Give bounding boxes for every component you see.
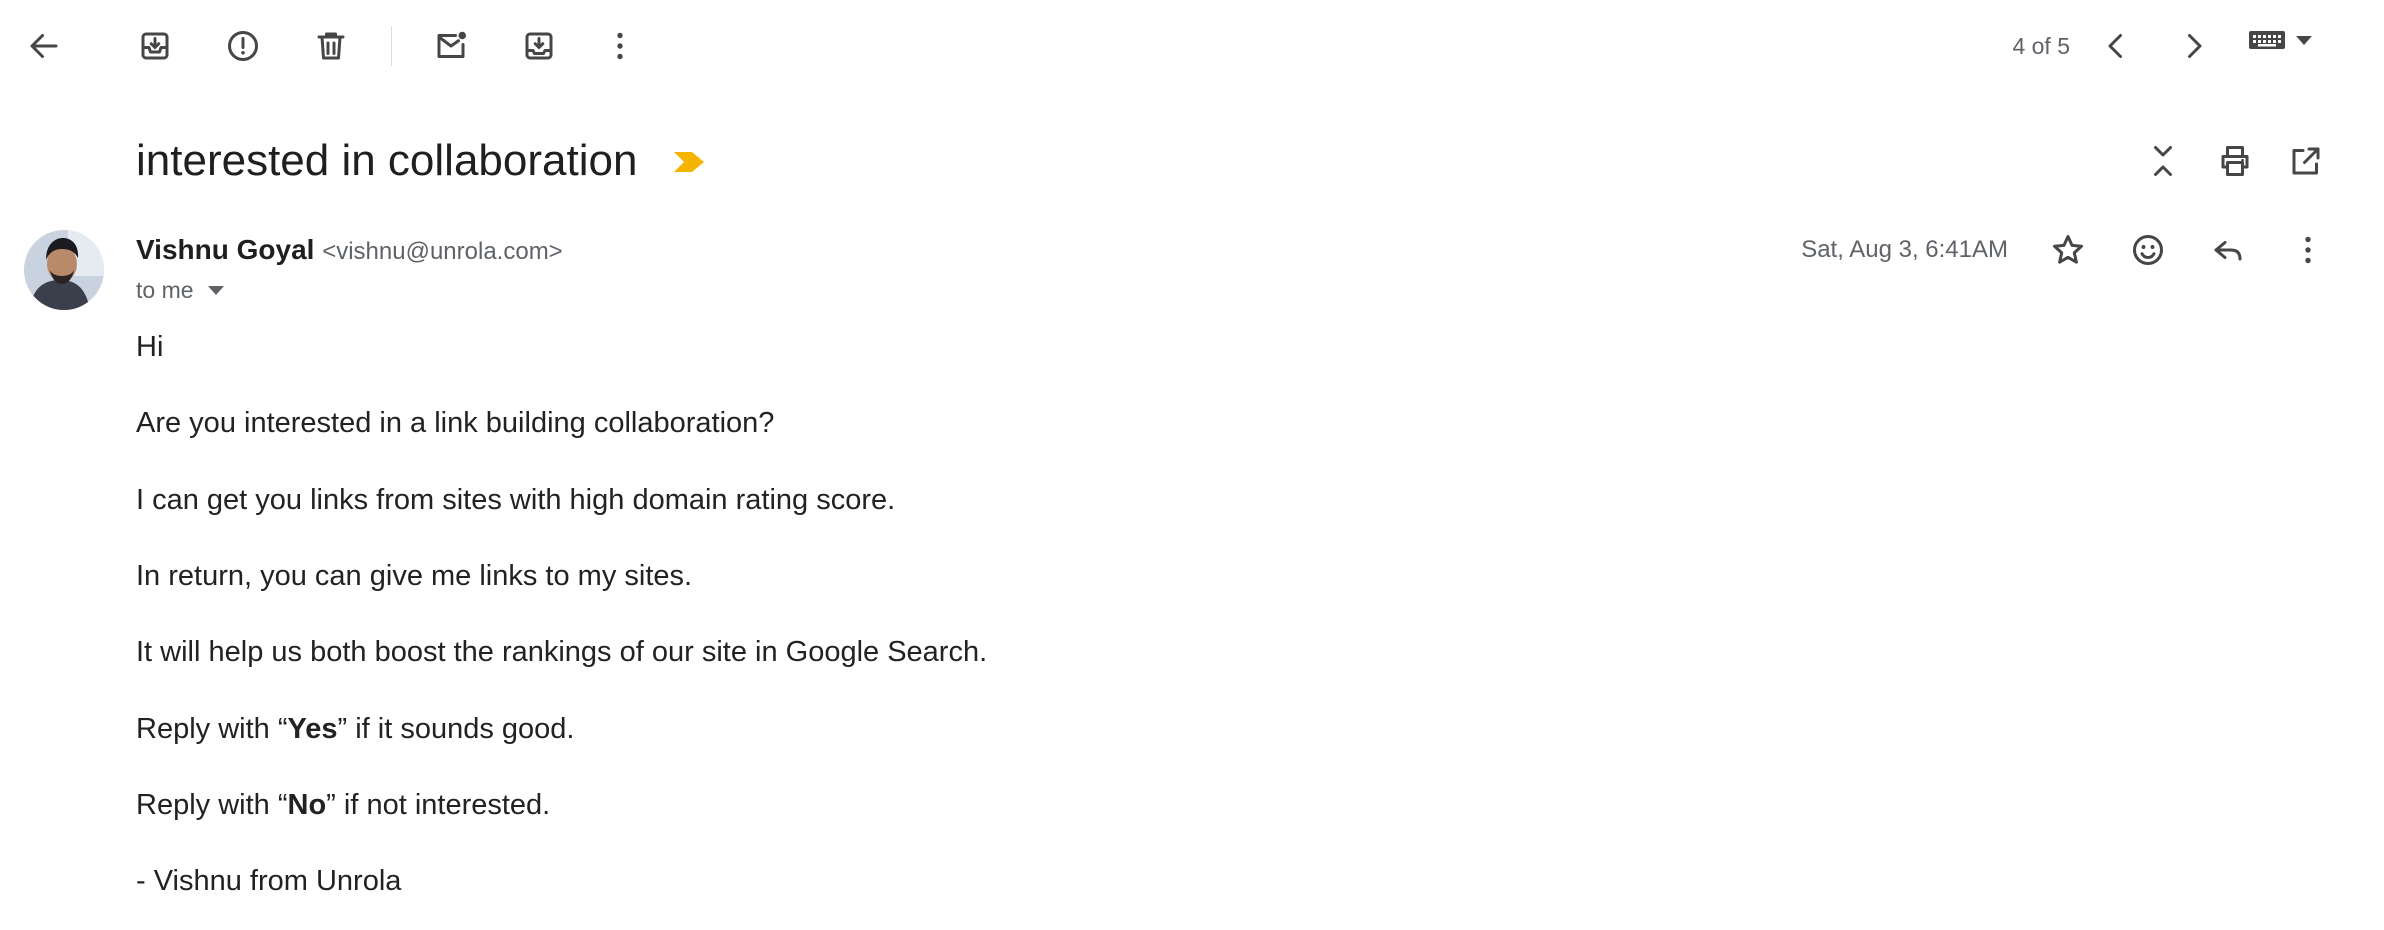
arrow-left-icon: [30, 34, 58, 58]
email-date: Sat, Aug 3, 6:41AM: [1801, 236, 2008, 263]
reply-no-prefix: Reply with “: [136, 789, 288, 821]
body-paragraph: Are you interested in a link building co…: [136, 407, 775, 439]
delete-button[interactable]: [303, 18, 359, 74]
avatar: [24, 230, 104, 310]
report-spam-button[interactable]: [215, 18, 271, 74]
reply-no-keyword: No: [287, 789, 327, 821]
open-new-window-button[interactable]: [2278, 133, 2334, 189]
email-subject: interested in collaboration: [136, 136, 638, 185]
chevron-right-icon: [2188, 34, 2202, 58]
body-reply-yes: Reply with “Yes” if it sounds good.: [136, 709, 574, 749]
unfold-icon: [2154, 146, 2172, 176]
keyboard-icon: [2249, 31, 2285, 49]
recipient-details-toggle[interactable]: to me: [136, 274, 224, 306]
mark-unread-icon: [437, 31, 466, 58]
star-button[interactable]: [2040, 222, 2096, 278]
reply-no-suffix: ” if not interested.: [326, 789, 551, 821]
move-to-inbox-icon: [525, 32, 553, 60]
body-paragraph: It will help us both boost the rankings …: [136, 636, 988, 668]
sender-name: Vishnu Goyal: [136, 234, 315, 265]
trash-icon: [317, 32, 345, 60]
chevron-down-icon: [2296, 35, 2312, 45]
input-tools-button[interactable]: [2248, 28, 2312, 52]
reply-yes-suffix: ” if it sounds good.: [337, 713, 575, 745]
older-button[interactable]: [2166, 18, 2222, 74]
add-reaction-button[interactable]: [2120, 222, 2176, 278]
move-to-button[interactable]: [511, 18, 567, 74]
reply-yes-prefix: Reply with “: [136, 713, 288, 745]
archive-button[interactable]: [127, 18, 183, 74]
avatar-image: [24, 230, 104, 310]
message-counter: 4 of 5: [2012, 33, 2070, 59]
body-paragraph: I can get you links from sites with high…: [136, 484, 896, 516]
reply-yes-keyword: Yes: [287, 713, 338, 745]
emoji-icon: [2133, 235, 2163, 265]
star-icon: [2053, 235, 2083, 264]
more-vert-icon: [617, 32, 623, 60]
chevron-down-icon: [207, 285, 224, 295]
mark-unread-button[interactable]: [423, 18, 479, 74]
important-marker-icon[interactable]: [672, 150, 706, 174]
chevron-left-icon: [2108, 34, 2122, 58]
recipient-label: to me: [136, 277, 194, 303]
body-greeting: Hi: [136, 331, 164, 363]
reply-icon: [2214, 241, 2242, 261]
print-button[interactable]: [2207, 133, 2263, 189]
sender-email: <vishnu@unrola.com>: [322, 238, 563, 265]
sender[interactable]: Vishnu Goyal <vishnu@unrola.com>: [136, 232, 563, 270]
newer-button[interactable]: [2088, 18, 2144, 74]
reply-button[interactable]: [2200, 222, 2256, 278]
archive-icon: [141, 32, 169, 60]
more-vert-icon: [2305, 236, 2311, 264]
body-paragraph: In return, you can give me links to my s…: [136, 560, 693, 592]
report-spam-icon: [228, 31, 258, 61]
toolbar-divider: [391, 26, 392, 66]
message-more-button[interactable]: [2280, 222, 2336, 278]
open-in-new-icon: [2292, 147, 2320, 175]
body-reply-no: Reply with “No” if not interested.: [136, 785, 550, 825]
expand-all-button[interactable]: [2135, 133, 2191, 189]
back-button[interactable]: [16, 18, 72, 74]
body-signature: - Vishnu from Unrola: [136, 865, 402, 897]
print-icon: [2221, 146, 2249, 176]
more-options-button[interactable]: [592, 18, 648, 74]
